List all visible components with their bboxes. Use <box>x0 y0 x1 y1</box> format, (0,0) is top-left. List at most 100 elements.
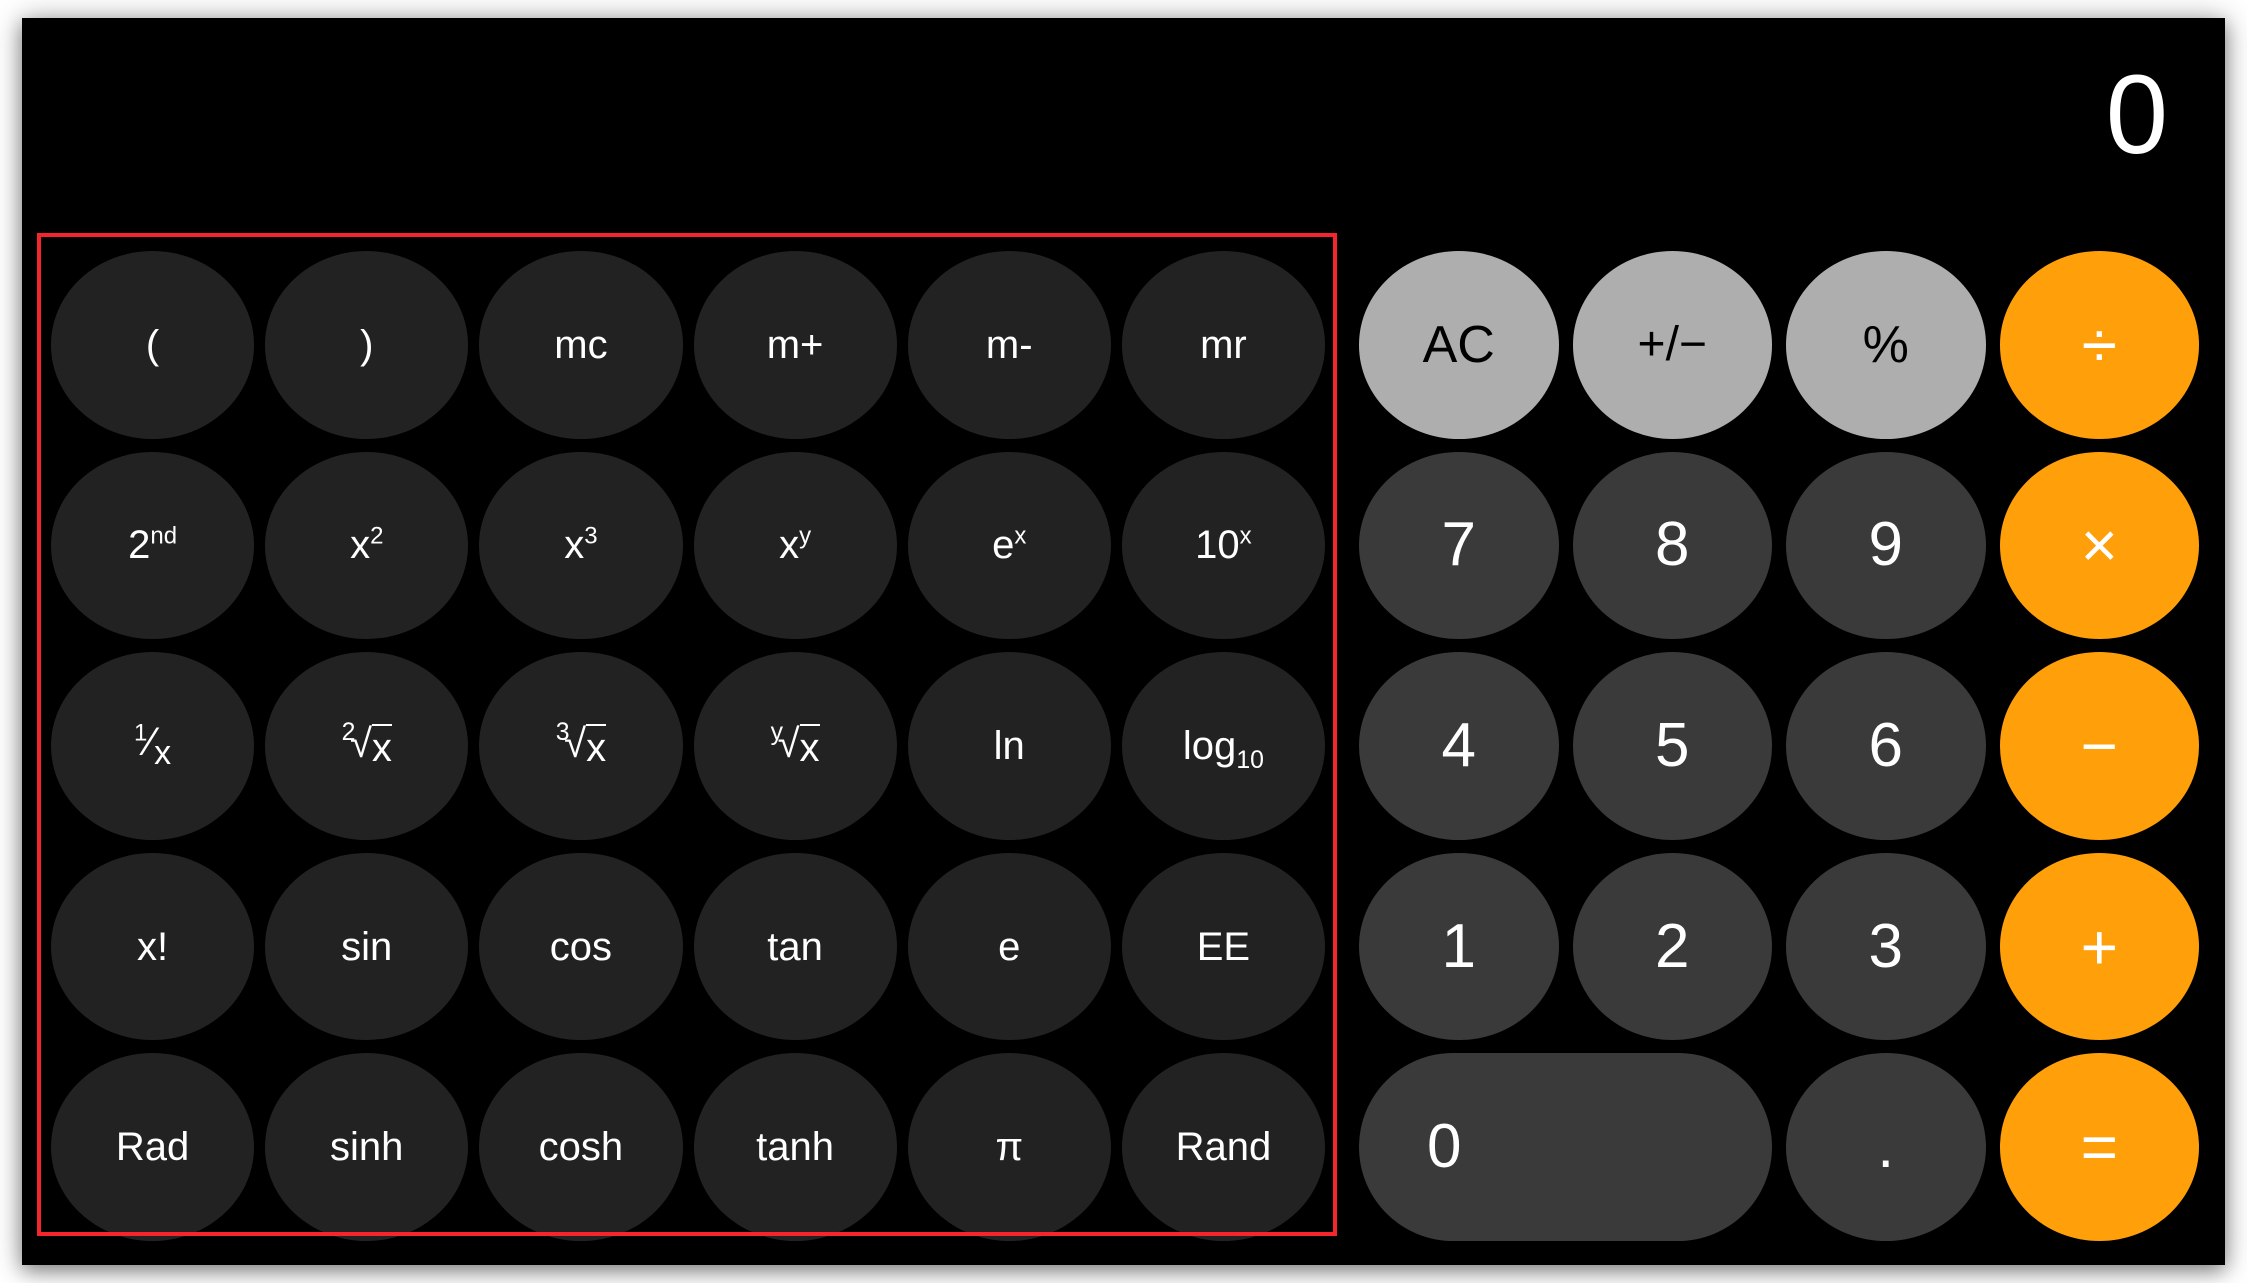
calculator-window: 0 () mc m+ m-mr 2nd x2 x3 xy ex 10x 1⁄x 2 √ x 3 √ x y √ x ln… <box>22 18 2225 1265</box>
key-open-paren[interactable]: ( <box>51 251 255 439</box>
key-label: x2 <box>350 523 384 568</box>
key-9[interactable]: 9 <box>1786 451 1986 640</box>
key-3[interactable]: 3 <box>1786 852 1986 1041</box>
key-label: 6 <box>1868 710 1903 780</box>
key-label: % <box>1862 315 1909 374</box>
key-4[interactable]: 4 <box>1359 652 1559 840</box>
key-rand[interactable]: Rand <box>1121 1053 1325 1241</box>
key-label: Rad <box>115 1125 190 1170</box>
key-natural-log[interactable]: ln <box>907 652 1111 840</box>
key-label: 2nd <box>128 523 178 568</box>
key-label: x3 <box>564 523 598 568</box>
key-memory-clear[interactable]: mc <box>479 251 683 439</box>
key-label: sinh <box>330 1125 404 1170</box>
keypad: () mc m+ m-mr 2nd x2 x3 xy ex 10x 1⁄x 2 √ x 3 √ x y √ x ln lo… <box>22 226 2225 1265</box>
key-5[interactable]: 5 <box>1572 652 1772 840</box>
key-label: 10x <box>1195 523 1252 568</box>
key-label: cosh <box>538 1125 624 1170</box>
key-label: sin <box>341 924 393 969</box>
key-cos[interactable]: cos <box>479 852 683 1041</box>
key-pi[interactable]: π <box>907 1053 1111 1241</box>
key-x-cubed[interactable]: x3 <box>479 451 683 640</box>
key-label: mc <box>554 322 608 367</box>
key-label: tanh <box>756 1125 834 1170</box>
key-label: xy <box>779 523 812 568</box>
key-1[interactable]: 1 <box>1359 852 1559 1041</box>
key-2[interactable]: 2 <box>1572 852 1772 1041</box>
display-value: 0 <box>2105 52 2168 177</box>
key-label: tan <box>767 924 823 969</box>
key-label: 3 <box>1868 911 1903 981</box>
key-toggle-sign[interactable]: +/− <box>1572 251 1772 439</box>
key-label: 4 <box>1441 710 1476 780</box>
key-6[interactable]: 6 <box>1786 652 1986 840</box>
key-memory-subtract[interactable]: m- <box>907 251 1111 439</box>
key-label: m- <box>985 322 1033 367</box>
key-label: 1 <box>1441 911 1476 981</box>
key-ten-power-x[interactable]: 10x <box>1121 451 1325 640</box>
key-sin[interactable]: sin <box>265 852 469 1041</box>
page-root: 0 () mc m+ m-mr 2nd x2 x3 xy ex 10x 1⁄x 2 √ x 3 √ x y √ x ln… <box>0 0 2247 1283</box>
key-all-clear[interactable]: AC <box>1359 251 1559 439</box>
key-label: 8 <box>1655 510 1690 580</box>
key-label: log10 <box>1182 723 1264 774</box>
key-decimal[interactable]: . <box>1786 1053 1986 1241</box>
key-label: ÷ <box>2081 308 2117 381</box>
key-percent[interactable]: % <box>1786 251 1986 439</box>
numeric-keypad: AC +/−% ÷ 7 8 9 × 4 5 6 − 1 2 3 +0. = <box>1349 241 2215 1251</box>
key-rad[interactable]: Rad <box>51 1053 255 1241</box>
key-label: . <box>1877 1113 1895 1181</box>
key-0[interactable]: 0 <box>1359 1053 1772 1241</box>
key-y-root[interactable]: y √ x <box>693 652 897 840</box>
key-label: m+ <box>766 322 824 367</box>
key-add[interactable]: + <box>1999 852 2199 1041</box>
key-label: 5 <box>1655 710 1690 780</box>
key-e-power-x[interactable]: ex <box>907 451 1111 640</box>
key-euler[interactable]: e <box>907 852 1111 1041</box>
key-label: = <box>2080 1111 2118 1184</box>
key-tan[interactable]: tan <box>693 852 897 1041</box>
key-label: − <box>2080 709 2118 782</box>
key-sinh[interactable]: sinh <box>265 1053 469 1241</box>
key-7[interactable]: 7 <box>1359 451 1559 640</box>
key-second[interactable]: 2nd <box>51 451 255 640</box>
key-close-paren[interactable]: ) <box>265 251 469 439</box>
scientific-keypad: () mc m+ m-mr 2nd x2 x3 xy ex 10x 1⁄x 2 √ x 3 √ x y √ x ln lo… <box>37 241 1337 1251</box>
key-equals[interactable]: = <box>1999 1053 2199 1241</box>
key-8[interactable]: 8 <box>1572 451 1772 640</box>
key-multiply[interactable]: × <box>1999 451 2199 640</box>
key-label: ex <box>992 523 1027 568</box>
key-cosh[interactable]: cosh <box>479 1053 683 1241</box>
key-label: × <box>2080 509 2118 582</box>
calculator-display: 0 <box>22 18 2225 226</box>
key-x-power-y[interactable]: xy <box>693 451 897 640</box>
key-label: +/− <box>1637 317 1707 371</box>
key-label: π <box>995 1125 1024 1170</box>
key-label: Rand <box>1175 1125 1272 1170</box>
key-label: AC <box>1422 315 1495 374</box>
key-divide[interactable]: ÷ <box>1999 251 2199 439</box>
key-label: e <box>998 924 1021 969</box>
key-log-base-10[interactable]: log10 <box>1121 652 1325 840</box>
key-subtract[interactable]: − <box>1999 652 2199 840</box>
key-x-squared[interactable]: x2 <box>265 451 469 640</box>
key-label: ) <box>360 322 374 367</box>
key-label: 3 √ x <box>555 719 607 770</box>
key-label: 1⁄x <box>134 719 172 772</box>
key-label: x! <box>137 924 169 969</box>
key-memory-add[interactable]: m+ <box>693 251 897 439</box>
key-exponent[interactable]: EE <box>1121 852 1325 1041</box>
key-label: 2 √ x <box>341 719 392 770</box>
key-label: 7 <box>1441 510 1476 580</box>
key-label: y √ x <box>770 719 820 770</box>
key-label: mr <box>1200 322 1247 367</box>
key-label: ln <box>993 723 1025 768</box>
key-factorial[interactable]: x! <box>51 852 255 1041</box>
key-reciprocal[interactable]: 1⁄x <box>51 652 255 840</box>
key-tanh[interactable]: tanh <box>693 1053 897 1241</box>
key-label: EE <box>1196 924 1251 969</box>
key-cube-root[interactable]: 3 √ x <box>479 652 683 840</box>
key-square-root[interactable]: 2 √ x <box>265 652 469 840</box>
key-memory-recall[interactable]: mr <box>1121 251 1325 439</box>
key-label: 9 <box>1868 510 1903 580</box>
